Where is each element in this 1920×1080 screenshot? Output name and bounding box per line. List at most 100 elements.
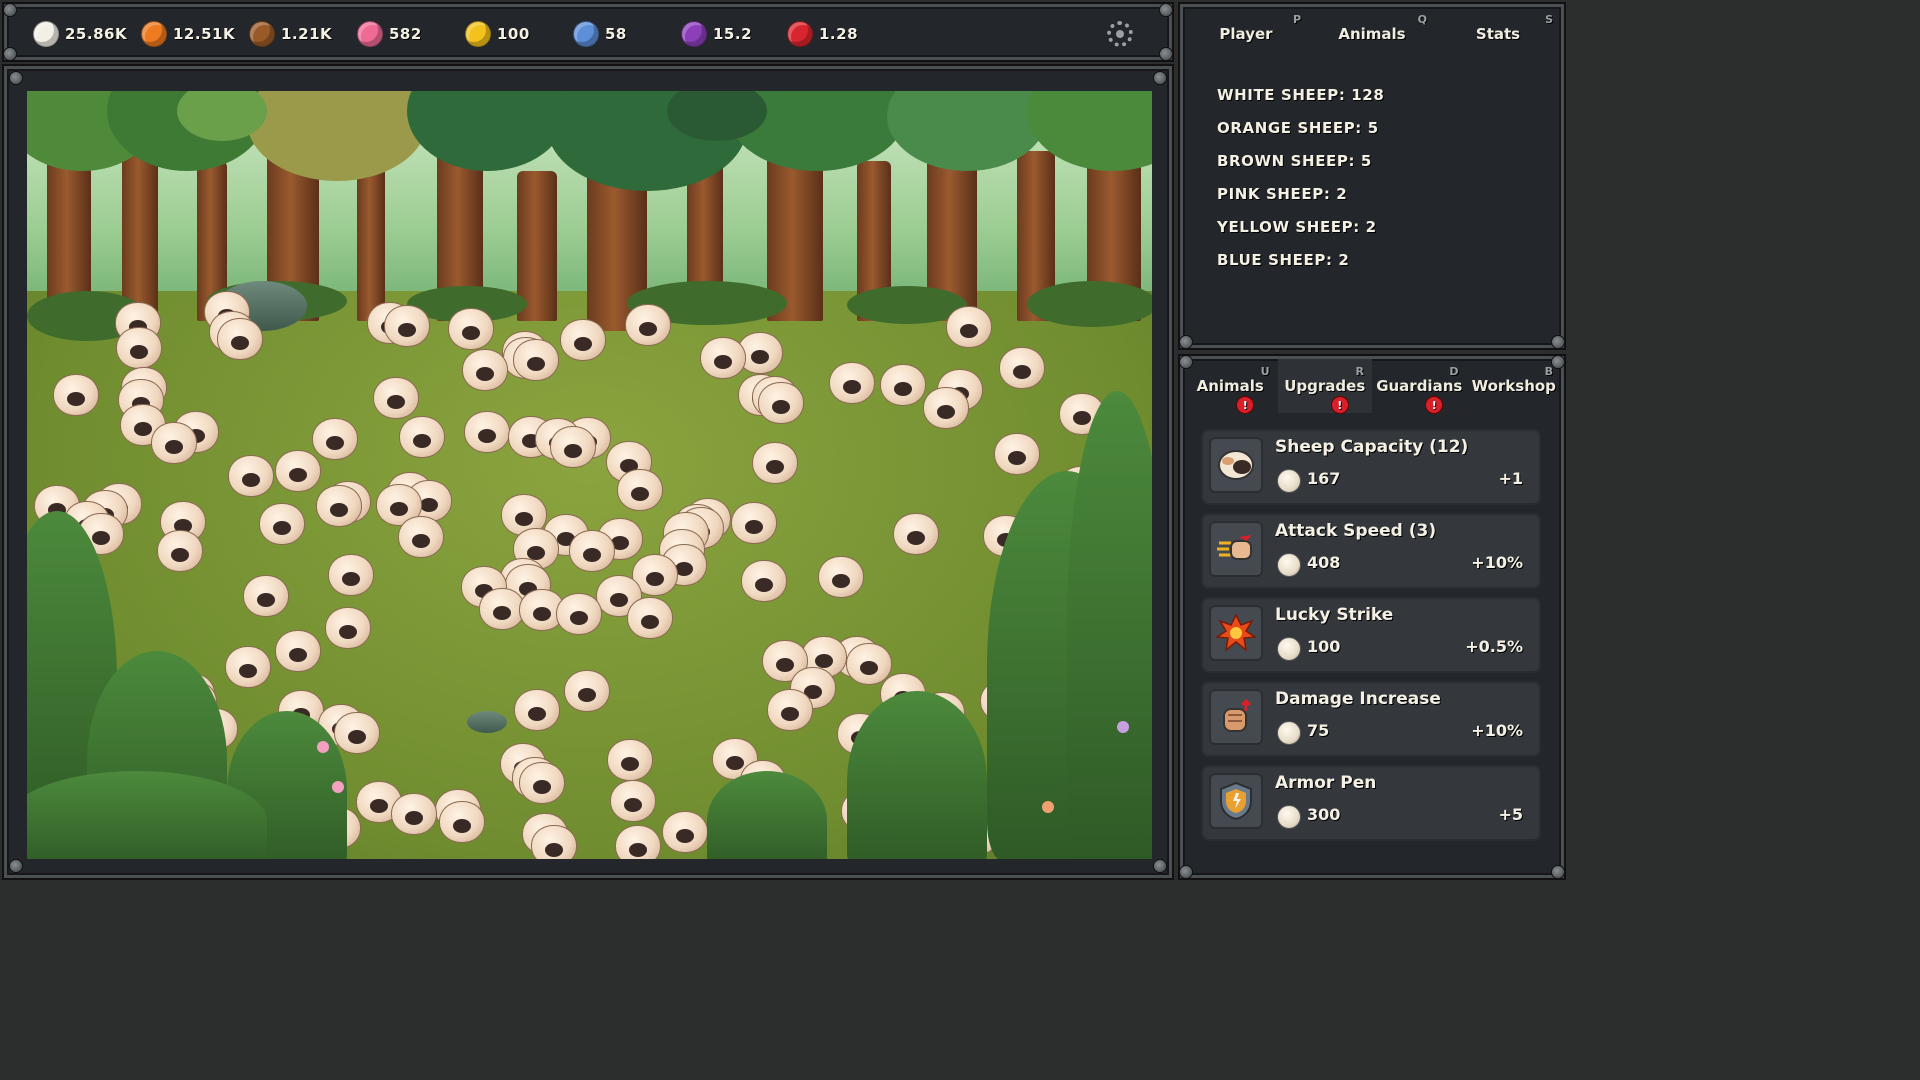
resource-value: 100 xyxy=(497,25,530,43)
white-sheep[interactable] xyxy=(228,455,274,497)
white-sheep[interactable] xyxy=(519,762,565,804)
white-sheep[interactable] xyxy=(53,374,99,416)
white-sheep[interactable] xyxy=(818,556,864,598)
white-sheep[interactable] xyxy=(752,442,798,484)
white-sheep[interactable] xyxy=(893,513,939,555)
upgrade-attack-speed[interactable]: Attack Speed (3) 408 +10% xyxy=(1201,513,1541,589)
sheep-face xyxy=(676,829,694,843)
white-sheep[interactable] xyxy=(531,825,577,859)
white-sheep[interactable] xyxy=(994,433,1040,475)
upgrade-lucky-strike[interactable]: Lucky Strike 100 +0.5% xyxy=(1201,597,1541,673)
sheep-face xyxy=(130,345,148,359)
white-sheep[interactable] xyxy=(225,646,271,688)
sheep-face xyxy=(413,434,431,448)
tab-stats[interactable]: Stats S xyxy=(1435,7,1561,61)
hotkey-hint: B xyxy=(1544,365,1553,378)
forest-meadow-scene[interactable] xyxy=(27,91,1152,859)
white-sheep[interactable] xyxy=(151,422,197,464)
resource-yellow-wool: 100 xyxy=(465,21,530,47)
white-sheep[interactable] xyxy=(607,739,653,781)
sheep-face xyxy=(92,531,110,545)
white-sheep[interactable] xyxy=(625,304,671,346)
white-sheep[interactable] xyxy=(479,588,525,630)
white-sheep[interactable] xyxy=(462,349,508,391)
white-sheep[interactable] xyxy=(157,530,203,572)
resource-pink-wool: 582 xyxy=(357,21,422,47)
wool-coin-icon xyxy=(1277,469,1301,493)
white-sheep[interactable] xyxy=(741,560,787,602)
white-sheep[interactable] xyxy=(384,305,430,347)
upgrade-armor-pen[interactable]: Armor Pen 300 +5 xyxy=(1201,765,1541,841)
white-sheep[interactable] xyxy=(325,607,371,649)
white-sheep[interactable] xyxy=(334,712,380,754)
white-sheep[interactable] xyxy=(999,347,1045,389)
white-sheep[interactable] xyxy=(275,450,321,492)
white-sheep[interactable] xyxy=(243,575,289,617)
sheep-face xyxy=(515,512,533,526)
upgrade-title: Sheep Capacity (12) xyxy=(1275,437,1469,457)
white-sheep[interactable] xyxy=(731,502,777,544)
sheep-face xyxy=(578,688,596,702)
sheep-face xyxy=(348,730,366,744)
tab-animals-shop[interactable]: Animals U ! xyxy=(1183,359,1278,414)
white-sheep[interactable] xyxy=(560,319,606,361)
white-sheep[interactable] xyxy=(328,554,374,596)
white-sheep[interactable] xyxy=(399,416,445,458)
white-sheep[interactable] xyxy=(829,362,875,404)
white-sheep[interactable] xyxy=(513,339,559,381)
white-sheep[interactable] xyxy=(275,630,321,672)
sheep-face xyxy=(412,534,430,548)
white-sheep[interactable] xyxy=(615,825,661,859)
sheep-face xyxy=(239,664,257,678)
white-sheep[interactable] xyxy=(316,485,362,527)
sheep-face xyxy=(453,819,471,833)
white-sheep[interactable] xyxy=(391,793,437,835)
white-sheep[interactable] xyxy=(448,308,494,350)
white-sheep[interactable] xyxy=(627,597,673,639)
sheep-face xyxy=(330,503,348,517)
white-sheep[interactable] xyxy=(700,337,746,379)
upgrade-sheep-capacity[interactable]: Sheep Capacity (12) 167 +1 xyxy=(1201,429,1541,505)
alert-badge: ! xyxy=(1330,396,1349,414)
pink-wool-icon xyxy=(357,21,383,47)
upgrade-bonus: +1 xyxy=(1498,469,1523,488)
white-sheep[interactable] xyxy=(569,530,615,572)
orange-wool-icon xyxy=(141,21,167,47)
white-sheep[interactable] xyxy=(373,377,419,419)
white-sheep[interactable] xyxy=(550,426,596,468)
white-sheep[interactable] xyxy=(946,306,992,348)
resource-value: 12.51K xyxy=(173,25,236,43)
sheep-icon xyxy=(1209,437,1263,493)
white-sheep[interactable] xyxy=(662,811,708,853)
white-sheep[interactable] xyxy=(923,387,969,429)
white-sheep[interactable] xyxy=(464,411,510,453)
frame-rivet xyxy=(1153,71,1167,85)
white-sheep[interactable] xyxy=(610,780,656,822)
white-sheep[interactable] xyxy=(398,516,444,558)
upgrade-cost: 100 xyxy=(1307,637,1341,656)
white-sheep[interactable] xyxy=(556,593,602,635)
tab-animals[interactable]: Animals Q xyxy=(1309,7,1435,61)
upgrade-damage-increase[interactable]: Damage Increase 75 +10% xyxy=(1201,681,1541,757)
white-sheep[interactable] xyxy=(439,801,485,843)
tab-workshop[interactable]: Workshop B xyxy=(1467,359,1562,413)
sheep-face xyxy=(624,798,642,812)
frame-rivet xyxy=(1159,47,1173,61)
resource-bar: 25.86K 12.51K 1.21K 582 100 58 15.2 1.28 xyxy=(3,3,1173,61)
white-sheep[interactable] xyxy=(880,364,926,406)
tab-guardians[interactable]: Guardians D ! xyxy=(1372,359,1467,414)
white-sheep[interactable] xyxy=(116,327,162,369)
tab-upgrades[interactable]: Upgrades R ! xyxy=(1277,359,1372,414)
sheep-face xyxy=(641,615,659,629)
pink-sheep-count: PINK SHEEP: 2 xyxy=(1217,185,1348,203)
white-sheep[interactable] xyxy=(617,469,663,511)
gear-icon[interactable] xyxy=(1107,21,1133,47)
sheep-face xyxy=(610,593,628,607)
white-sheep[interactable] xyxy=(767,689,813,731)
tab-player[interactable]: Player P xyxy=(1183,7,1309,61)
white-sheep[interactable] xyxy=(564,670,610,712)
white-sheep[interactable] xyxy=(514,689,560,731)
white-sheep[interactable] xyxy=(217,318,263,360)
white-sheep[interactable] xyxy=(259,503,305,545)
white-sheep[interactable] xyxy=(758,382,804,424)
